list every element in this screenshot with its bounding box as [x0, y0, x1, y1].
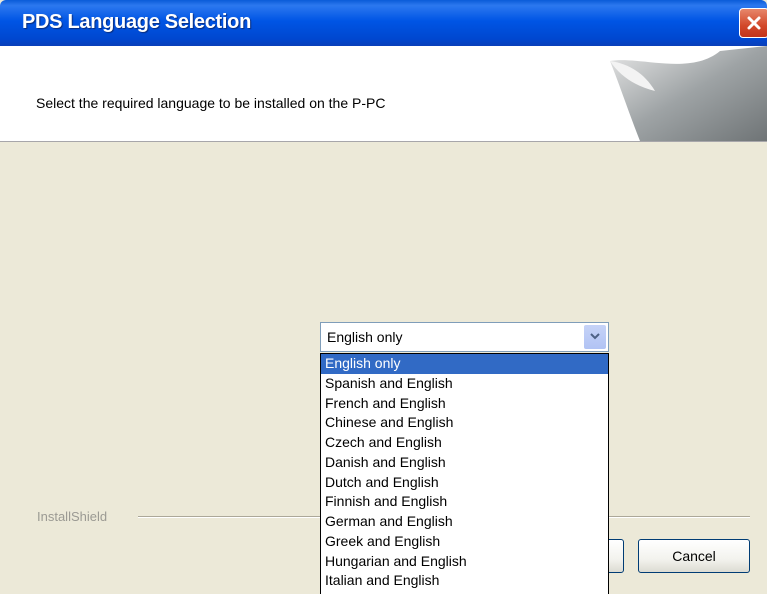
title-bar[interactable]: PDS Language Selection	[0, 0, 767, 46]
language-option[interactable]: Italian and English	[321, 571, 608, 591]
close-button[interactable]	[739, 8, 767, 38]
language-option[interactable]: Danish and English	[321, 453, 608, 473]
cancel-button[interactable]: Cancel	[638, 539, 750, 573]
language-select[interactable]: English only	[320, 322, 609, 352]
page-curl-graphic	[610, 46, 767, 141]
language-option[interactable]: German and English	[321, 512, 608, 532]
installshield-label: InstallShield	[37, 509, 116, 524]
language-option[interactable]: Chinese and English	[321, 413, 608, 433]
language-option[interactable]: Dutch and English	[321, 473, 608, 493]
window-title: PDS Language Selection	[22, 11, 252, 33]
close-icon	[747, 16, 761, 30]
dropdown-button[interactable]	[584, 325, 606, 349]
language-option[interactable]: French and English	[321, 394, 608, 414]
language-option[interactable]: Finnish and English	[321, 492, 608, 512]
language-option[interactable]: Czech and English	[321, 433, 608, 453]
language-option[interactable]: English only	[321, 354, 608, 374]
instruction-text: Select the required language to be insta…	[36, 95, 386, 111]
language-option[interactable]: Hungarian and English	[321, 552, 608, 572]
language-dropdown-list[interactable]: English only Spanish and English French an…	[320, 353, 609, 594]
language-select-value: English only	[327, 329, 403, 345]
language-option[interactable]: Greek and English	[321, 532, 608, 552]
chevron-down-icon	[590, 333, 600, 340]
language-option[interactable]: Spanish and English	[321, 374, 608, 394]
header-panel: Select the required language to be insta…	[0, 46, 767, 142]
